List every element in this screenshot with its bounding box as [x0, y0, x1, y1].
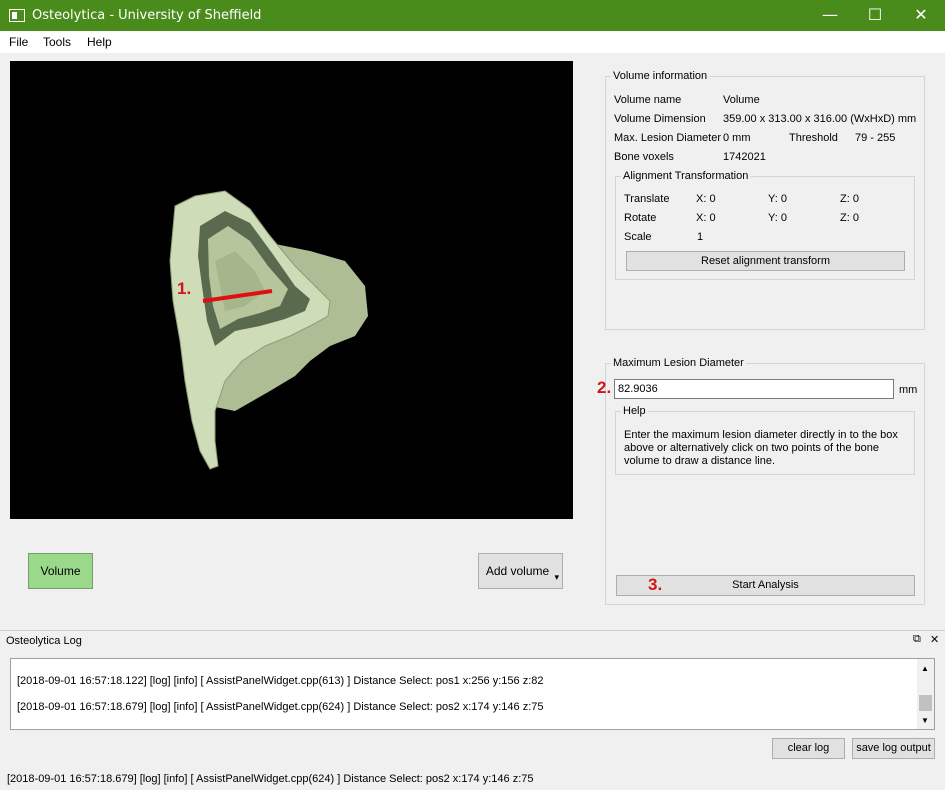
dropdown-arrow-icon: ▾ [554, 572, 559, 582]
threshold-value: 79 - 255 [855, 132, 896, 144]
bone-voxels-value: 1742021 [723, 151, 766, 163]
threshold-label: Threshold [789, 132, 838, 144]
volume-name-label: Volume name [614, 94, 682, 106]
dock-close-icon[interactable]: ✕ [930, 633, 939, 646]
log-scrollbar[interactable]: ▲ ▼ [917, 659, 934, 729]
log-output[interactable]: [2018-09-01 16:57:18.122] [log] [info] [… [10, 658, 935, 730]
translate-x: X: 0 [696, 193, 716, 205]
scale-value: 1 [697, 231, 704, 243]
status-text: [2018-09-01 16:57:18.679] [log] [info] [… [7, 773, 534, 785]
minimize-button[interactable]: — [807, 0, 853, 31]
scroll-down-icon[interactable]: ▼ [921, 716, 929, 725]
menu-file[interactable]: File [9, 35, 28, 49]
save-log-button[interactable]: save log output [852, 738, 935, 759]
volume-viewport[interactable]: 1. [10, 61, 573, 519]
lesion-unit-label: mm [899, 384, 918, 396]
volume-dimension-label: Volume Dimension [614, 113, 706, 125]
lesion-diameter-input[interactable] [614, 379, 894, 399]
max-lesion-label: Max. Lesion Diameter [614, 132, 721, 144]
volume-info-title: Volume information [611, 70, 710, 82]
menu-help[interactable]: Help [87, 35, 112, 49]
reset-alignment-button[interactable]: Reset alignment transform [626, 251, 905, 271]
app-icon [9, 9, 25, 22]
volume-dimension-value: 359.00 x 313.00 x 316.00 (WxHxD) mm [723, 113, 917, 125]
volume-name-value: Volume [723, 94, 760, 106]
translate-z: Z: 0 [840, 193, 859, 205]
menu-tools[interactable]: Tools [43, 35, 71, 49]
step-marker-1: 1. [177, 279, 192, 298]
log-line: [2018-09-01 16:57:18.679] [log] [info] [… [17, 701, 544, 713]
title-bar: Osteolytica - University of Sheffield — … [0, 0, 945, 31]
float-icon[interactable]: ⧉ [913, 633, 921, 646]
scroll-thumb[interactable] [919, 695, 932, 711]
alignment-title: Alignment Transformation [621, 170, 751, 182]
lesion-diameter-group [605, 363, 925, 605]
bone-volume-render[interactable] [10, 61, 573, 519]
lesion-diameter-title: Maximum Lesion Diameter [611, 357, 746, 369]
translate-y: Y: 0 [768, 193, 787, 205]
rotate-x: X: 0 [696, 212, 716, 224]
window-title: Osteolytica - University of Sheffield [32, 8, 262, 23]
log-line: [2018-09-01 16:57:18.122] [log] [info] [… [17, 675, 544, 687]
rotate-z: Z: 0 [840, 212, 859, 224]
max-lesion-value: 0 mm [723, 132, 751, 144]
close-button[interactable]: ✕ [898, 0, 944, 31]
add-volume-button[interactable]: Add volume ▾ [478, 553, 563, 589]
add-volume-label: Add volume [485, 564, 550, 578]
menu-bar: File Tools Help [0, 31, 945, 53]
bone-voxels-label: Bone voxels [614, 151, 674, 163]
clear-log-button[interactable]: clear log [772, 738, 845, 759]
step-marker-2: 2. [597, 378, 612, 397]
help-title: Help [621, 405, 648, 417]
scale-label: Scale [624, 231, 652, 243]
log-title: Osteolytica Log [6, 635, 82, 647]
rotate-y: Y: 0 [768, 212, 787, 224]
log-dock-header: Osteolytica Log ⧉ ✕ [0, 630, 945, 651]
volume-button[interactable]: Volume [28, 553, 93, 589]
scroll-up-icon[interactable]: ▲ [921, 664, 929, 673]
translate-label: Translate [624, 193, 670, 205]
help-text-line-2: above or alternatively click on two poin… [624, 442, 879, 454]
maximize-button[interactable]: ☐ [852, 0, 898, 31]
rotate-label: Rotate [624, 212, 657, 224]
help-text-line-1: Enter the maximum lesion diameter direct… [624, 429, 898, 441]
step-marker-3: 3. [648, 575, 663, 594]
help-text-line-3: volume to draw a distance line. [624, 455, 776, 467]
status-bar: [2018-09-01 16:57:18.679] [log] [info] [… [0, 768, 945, 790]
